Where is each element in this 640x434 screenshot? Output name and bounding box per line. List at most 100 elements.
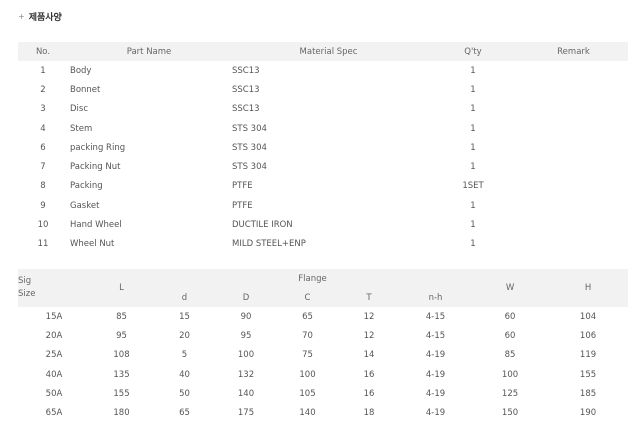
cell-no: 10 (37, 220, 49, 231)
table-row: 8 Packing PTFE 1SET (18, 177, 628, 196)
cell-d: 20 (179, 330, 190, 341)
table-row: 7 Packing Nut STS 304 1 (18, 157, 628, 176)
cell-no: 8 (40, 181, 46, 192)
cell-n-h: 4-19 (425, 350, 446, 361)
cell-remark (519, 235, 628, 254)
cell-no: 2 (40, 84, 46, 95)
cell-size: 15A (45, 311, 63, 322)
cell-part-name: Bonnet (70, 84, 101, 95)
cell-C: 70 (302, 330, 313, 341)
cell-n-h: 4-15 (425, 311, 446, 322)
cell-L: 155 (113, 388, 130, 399)
table-row: 1 Body SSC13 1 (18, 61, 628, 80)
cell-W: 125 (501, 388, 519, 399)
cell-L: 180 (113, 408, 130, 419)
cell-no: 9 (40, 200, 46, 211)
table-row: 50A 155 50 140 105 16 4-19 125 185 (18, 384, 628, 403)
cell-L: 95 (116, 330, 127, 341)
table-row: 65A 180 65 175 140 18 4-19 150 190 (18, 403, 628, 422)
cell-W: 100 (501, 369, 519, 380)
cell-T: 18 (363, 408, 375, 419)
header-L: L (119, 283, 124, 293)
header-d: d (181, 292, 188, 303)
cell-qty: 1 (470, 162, 476, 173)
section-title: + 제품사양 (18, 9, 62, 23)
cell-D: 90 (240, 311, 252, 322)
header-sig-size-line1: Sig (18, 276, 32, 286)
header-qty: Q'ty (464, 46, 482, 57)
cell-W: 60 (504, 311, 516, 322)
cell-W: 85 (504, 350, 516, 361)
cell-remark (519, 100, 628, 119)
header-H: H (584, 283, 592, 293)
cell-part-name: Hand Wheel (70, 220, 122, 231)
cell-material-spec: PTFE (232, 200, 253, 211)
cell-d: 65 (179, 408, 190, 419)
header-n-h: n-h (428, 292, 443, 303)
cell-C: 140 (299, 408, 316, 419)
cell-no: 6 (40, 142, 46, 153)
cell-qty: 1 (470, 239, 476, 250)
cell-no: 7 (40, 162, 46, 173)
cell-material-spec: SSC13 (232, 84, 260, 95)
cell-D: 175 (237, 408, 255, 419)
cell-no: 3 (40, 104, 46, 115)
cell-H: 119 (579, 350, 597, 361)
cell-remark (519, 61, 628, 80)
cell-remark (519, 215, 628, 234)
header-D: D (242, 292, 250, 303)
cell-part-name: packing Ring (70, 142, 126, 153)
cell-T: 16 (363, 388, 375, 399)
cell-n-h: 4-19 (425, 408, 446, 419)
table-row: 25A 108 5 100 75 14 4-19 85 119 (18, 346, 628, 365)
cell-H: 104 (579, 311, 597, 322)
header-flange: Flange (298, 273, 327, 284)
cell-no: 11 (37, 239, 49, 250)
cell-remark (519, 177, 628, 196)
cell-qty: 1 (470, 123, 476, 134)
cell-material-spec: STS 304 (232, 142, 267, 153)
cell-H: 106 (579, 330, 597, 341)
cell-remark (519, 119, 628, 138)
cell-d: 15 (179, 311, 190, 322)
cell-material-spec: SSC13 (232, 104, 260, 115)
cell-C: 75 (302, 350, 313, 361)
cell-part-name: Disc (70, 104, 89, 115)
cell-d: 50 (179, 388, 190, 399)
section-title-text: 제품사양 (28, 12, 62, 23)
header-sig-size: Sig Size (18, 269, 90, 307)
cell-C: 100 (299, 369, 316, 380)
cell-qty: 1 (470, 220, 476, 231)
table-row: 20A 95 20 95 70 12 4-15 60 106 (18, 326, 628, 345)
cell-W: 150 (501, 408, 519, 419)
parts-table: No. Part Name Material Spec Q'ty Remark … (18, 42, 628, 254)
cell-L: 85 (116, 311, 127, 322)
parts-table-header-row: No. Part Name Material Spec Q'ty Remark (18, 42, 628, 61)
header-T: T (366, 292, 372, 303)
cell-L: 108 (113, 350, 130, 361)
cell-material-spec: PTFE (232, 181, 253, 192)
cell-part-name: Packing Nut (70, 162, 121, 173)
plus-bullet-icon: + (18, 11, 25, 21)
table-row: 2 Bonnet SSC13 1 (18, 80, 628, 99)
cell-size: 65A (45, 408, 63, 419)
cell-T: 14 (363, 350, 375, 361)
cell-part-name: Packing (70, 181, 103, 192)
cell-H: 155 (579, 369, 597, 380)
cell-qty: 1SET (462, 181, 484, 192)
cell-remark (519, 80, 628, 99)
table-row: 40A 135 40 132 100 16 4-19 100 155 (18, 365, 628, 384)
table-row: 15A 85 15 90 65 12 4-15 60 104 (18, 307, 628, 326)
cell-D: 140 (237, 388, 255, 399)
cell-d: 40 (179, 369, 190, 380)
cell-size: 20A (45, 330, 63, 341)
cell-no: 4 (40, 123, 46, 134)
cell-D: 132 (237, 369, 255, 380)
cell-D: 95 (240, 330, 252, 341)
cell-part-name: Body (70, 65, 92, 76)
cell-L: 135 (113, 369, 130, 380)
header-C: C (304, 292, 311, 303)
cell-T: 12 (363, 330, 375, 341)
header-remark: Remark (557, 46, 590, 57)
cell-remark (519, 196, 628, 215)
